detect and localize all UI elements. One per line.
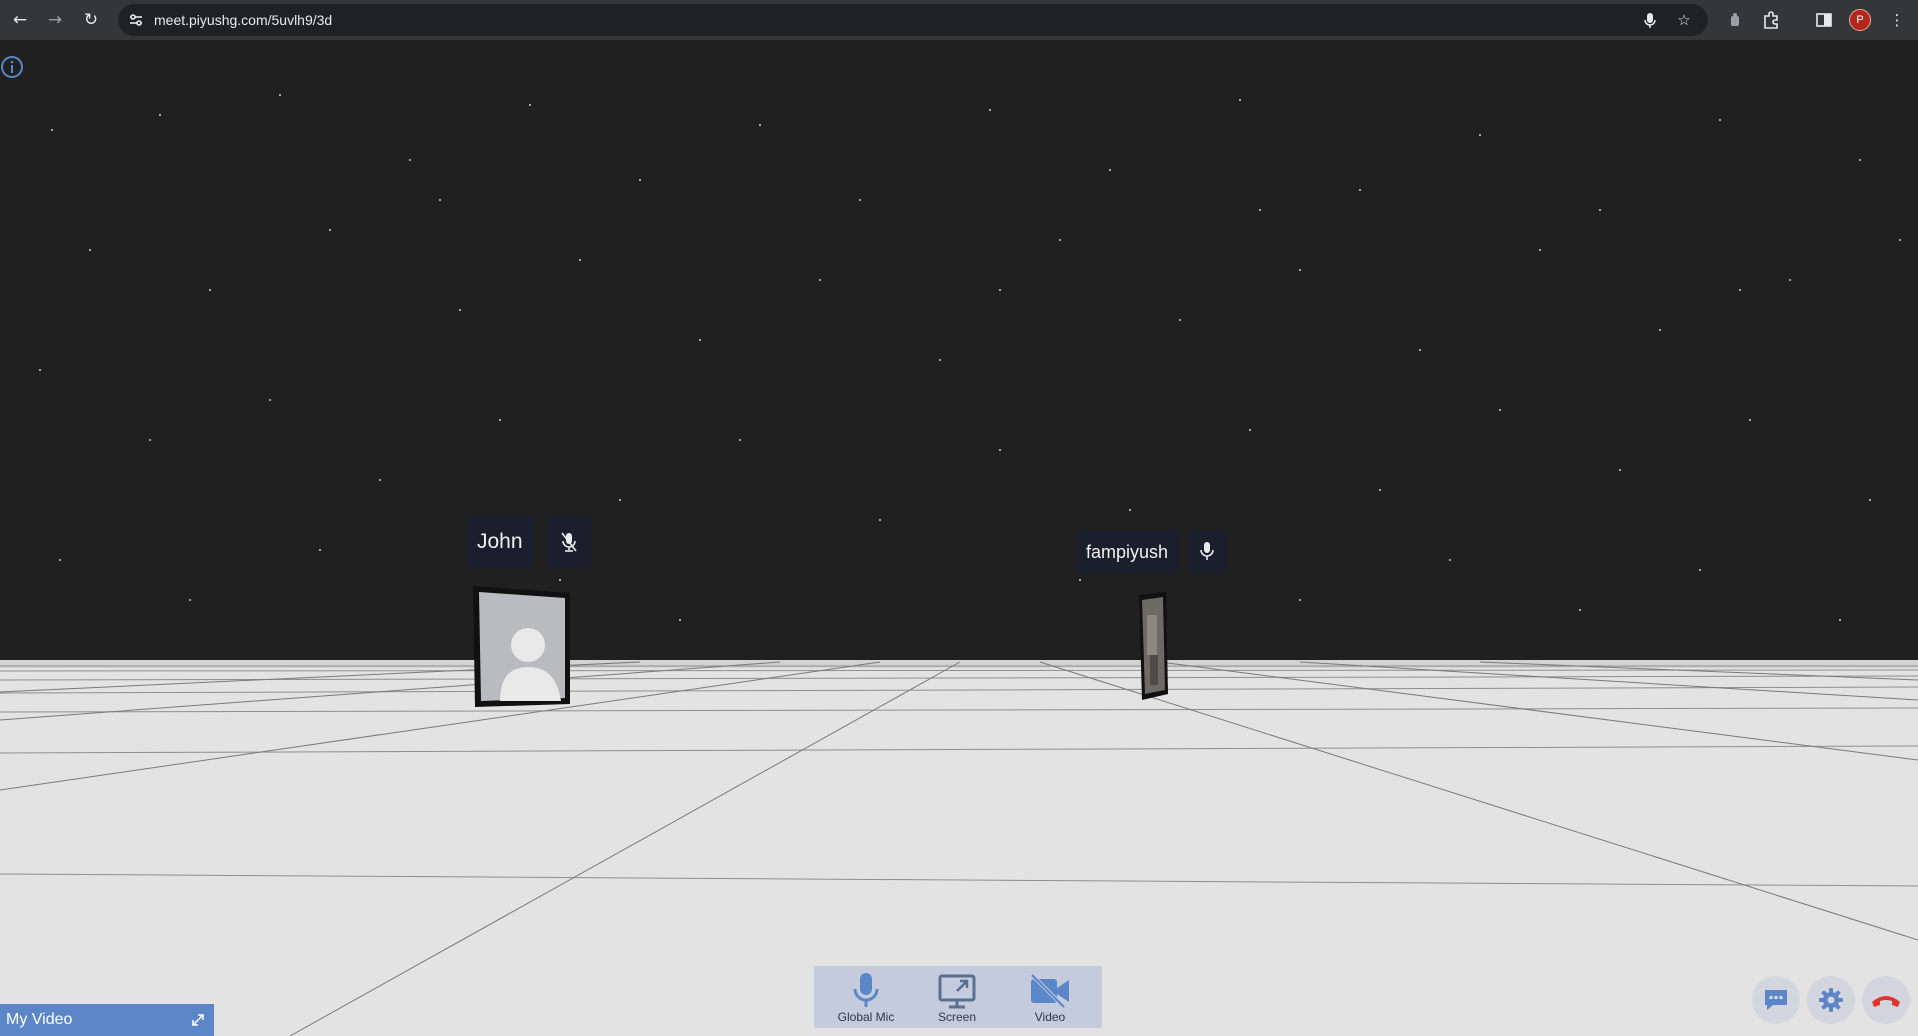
microphone-icon[interactable] — [1641, 11, 1659, 29]
menu-kebab-icon[interactable]: ⋮ — [1886, 9, 1908, 31]
microphone-icon — [1200, 542, 1214, 560]
my-video-panel[interactable]: My Video — [0, 1004, 214, 1036]
side-panel-icon[interactable] — [1813, 9, 1835, 31]
global-mic-button[interactable]: Global Mic — [823, 966, 909, 1028]
chat-button[interactable] — [1752, 976, 1800, 1024]
chat-icon — [1765, 990, 1787, 1010]
screen-label: Screen — [937, 1010, 977, 1024]
meeting-3d-scene[interactable]: John fampiyush — [0, 40, 1918, 1036]
info-icon[interactable] — [0, 55, 24, 79]
microphone-muted-icon — [561, 532, 577, 552]
extension-puzzle-icon[interactable] — [1724, 9, 1746, 31]
my-video-label: My Video — [6, 1011, 73, 1028]
phone-hangup-icon — [1872, 996, 1900, 1007]
reload-icon[interactable]: ↻ — [79, 8, 103, 32]
video-frame-john — [473, 586, 570, 707]
hangup-button[interactable] — [1862, 976, 1910, 1024]
participant-mic-status — [547, 516, 591, 568]
video-toggle-button[interactable]: Video — [1007, 966, 1093, 1028]
settings-button[interactable] — [1807, 976, 1855, 1024]
microphone-icon — [853, 973, 879, 1007]
bookmark-star-icon[interactable]: ☆ — [1675, 11, 1693, 29]
screen-share-icon — [938, 974, 976, 1009]
expand-icon[interactable] — [190, 1012, 206, 1028]
participant-name-tag: fampiyush — [1076, 530, 1179, 574]
global-mic-label: Global Mic — [837, 1010, 895, 1024]
back-arrow-icon[interactable]: ← — [8, 8, 32, 32]
call-controls-bar: Global Mic Screen Video — [814, 966, 1102, 1028]
scene-canvas — [0, 94, 1918, 1036]
browser-toolbar: ← → ↻ meet.piyushg.com/5uvlh9/3d ☆ P ⋮ — [0, 0, 1918, 40]
video-off-icon — [1030, 973, 1069, 1009]
screen-share-button[interactable]: Screen — [914, 966, 1000, 1028]
participant-mic-status — [1188, 530, 1226, 574]
participant-name-tag: John — [467, 516, 533, 568]
video-frame-fampiyush — [1139, 592, 1168, 700]
extensions-icon[interactable] — [1760, 9, 1782, 31]
gear-icon — [1819, 988, 1843, 1012]
address-bar[interactable]: meet.piyushg.com/5uvlh9/3d ☆ — [118, 4, 1708, 36]
profile-avatar[interactable]: P — [1849, 9, 1871, 31]
site-settings-icon[interactable] — [128, 12, 144, 28]
video-label: Video — [1034, 1010, 1066, 1024]
forward-arrow-icon[interactable]: → — [43, 8, 67, 32]
url-text[interactable]: meet.piyushg.com/5uvlh9/3d — [154, 12, 332, 28]
